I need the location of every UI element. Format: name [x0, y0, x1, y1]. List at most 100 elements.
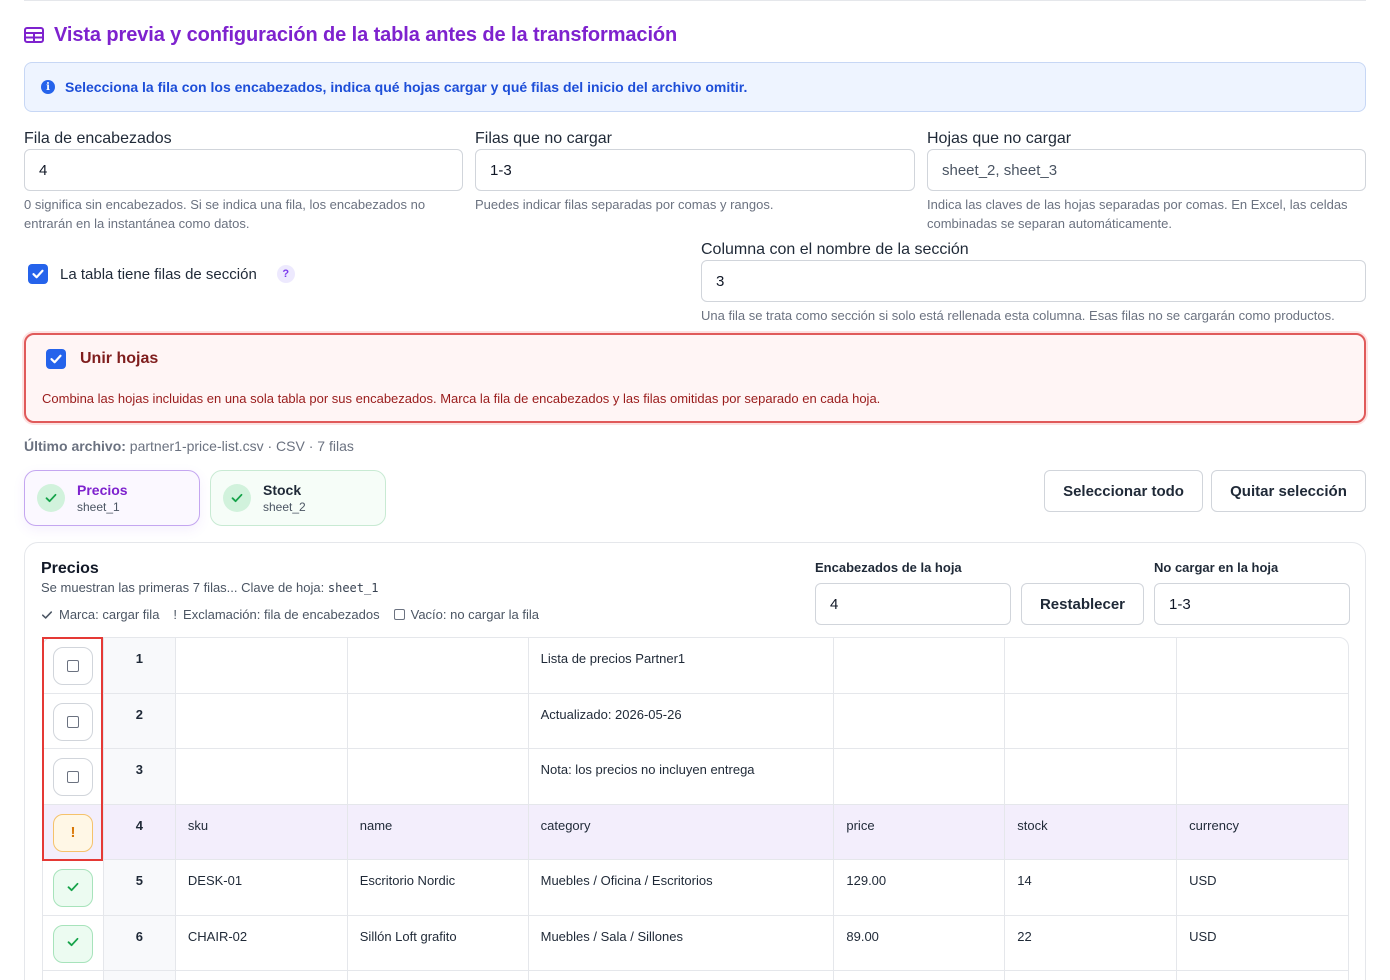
info-alert-text: Selecciona la fila con los encabezados, … [65, 79, 748, 95]
section-rows-checkbox[interactable] [28, 264, 48, 284]
section-rows-label: La tabla tiene filas de sección [60, 265, 257, 283]
table-cell [176, 971, 348, 980]
check-icon [50, 354, 62, 364]
table-cell [834, 693, 1006, 748]
skip-rows-label: Filas que no cargar [475, 130, 612, 147]
sheet-card-precios[interactable]: Precios sheet_1 [24, 470, 200, 526]
check-icon [41, 610, 53, 619]
merge-sheets-description: Combina las hojas incluidas en una sola … [42, 391, 881, 406]
select-all-button[interactable]: Seleccionar todo [1044, 470, 1203, 512]
row-select-cell [43, 749, 104, 804]
skip-rows-input[interactable]: 1-3 [475, 149, 915, 191]
legend-exclamation-text: Exclamación: fila de encabezados [183, 607, 380, 622]
sheet-card-stock[interactable]: Stock sheet_2 [210, 470, 386, 526]
row-number: 6 [103, 915, 176, 970]
table-cell: sku [176, 804, 348, 859]
table-cell [1177, 971, 1348, 980]
section-column-input[interactable]: 3 [701, 260, 1366, 302]
table-cell: stock [1005, 804, 1178, 859]
row-select-cell [43, 638, 104, 693]
row-skip-toggle[interactable] [52, 647, 93, 685]
table-cell [529, 971, 835, 980]
row-number: 1 [103, 638, 176, 693]
header-row-help: 0 significa sin encabezados. Si se indic… [24, 197, 426, 231]
table-cell: 89.00 [834, 915, 1006, 970]
skip-rows-help: Puedes indicar filas separadas por comas… [475, 197, 774, 212]
row-header-toggle[interactable]: ! [52, 813, 93, 852]
sheet-name: Precios [77, 481, 128, 498]
help-question-icon[interactable]: ? [276, 265, 295, 283]
empty-square-icon [66, 715, 79, 728]
sheet-headers-label: Encabezados de la hoja [815, 560, 962, 575]
table-row: 6 CHAIR-02 Sillón Loft grafito Muebles / Sa… [43, 915, 1348, 971]
exclamation-icon: ! [173, 607, 178, 622]
table-cell [176, 749, 348, 804]
empty-square-icon [66, 660, 79, 672]
empty-square-icon [66, 771, 79, 783]
table-cell: CHAIR-02 [176, 915, 348, 970]
row-load-toggle[interactable] [52, 869, 93, 907]
check-icon [66, 935, 80, 952]
page-header: Vista previa y configuración de la tabla… [24, 22, 677, 48]
check-circle-icon [37, 484, 65, 512]
row-number: 2 [103, 693, 176, 748]
header-row-field: Fila de encabezados 4 0 significa sin en… [24, 129, 463, 233]
sheet-skip-label: No cargar en la hoja [1154, 560, 1279, 575]
table-row: 7 [43, 971, 1348, 980]
skip-sheets-help: Indica las claves de las hojas separadas… [927, 197, 1348, 231]
sheet-key: sheet_2 [263, 499, 306, 514]
table-cell: category [529, 804, 835, 859]
table-cell: 14 [1005, 860, 1178, 915]
sheet-headers-input[interactable]: 4 [815, 583, 1011, 625]
table-cell [834, 749, 1006, 804]
table-cell [1177, 694, 1348, 749]
last-file-value: partner1-price-list.csv · CSV · 7 filas [129, 438, 354, 454]
table-cell: currency [1189, 817, 1239, 833]
row-number: 4 [103, 804, 176, 859]
legend-check: Marca: cargar fila [41, 607, 159, 622]
table-cell [834, 638, 1006, 693]
merge-sheets-box: Unir hojas Combina las hojas incluidas e… [24, 333, 1366, 423]
row-load-toggle[interactable] [52, 924, 93, 963]
section-column-help: Una fila se trata como sección si solo e… [701, 308, 1335, 323]
table-cell: price [834, 804, 1006, 859]
merge-sheets-header: Unir hojas [46, 349, 158, 369]
table-cell [348, 693, 529, 748]
reset-button[interactable]: Restablecer [1021, 583, 1144, 625]
row-skip-toggle[interactable] [52, 702, 93, 741]
table-cell [176, 693, 348, 748]
top-divider [24, 0, 1366, 1]
merge-sheets-checkbox[interactable] [46, 349, 66, 369]
table-icon [24, 27, 44, 43]
row-select-cell [43, 693, 104, 748]
header-row-label: Fila de encabezados [24, 130, 172, 147]
table-cell [176, 638, 348, 693]
row-select-cell [43, 860, 104, 915]
last-file-info: Último archivo: partner1-price-list.csv … [24, 438, 354, 454]
table-cell: Muebles / Sala / Sillones [529, 915, 835, 970]
page-title: Vista previa y configuración de la tabla… [54, 23, 678, 46]
legend-empty-text: Vacío: no cargar la fila [410, 607, 539, 622]
sheet-skip-input[interactable]: 1-3 [1154, 583, 1350, 625]
table-header-row: ! 4 sku name category price stock currency [43, 804, 1348, 860]
table-cell [834, 971, 1006, 980]
row-skip-toggle[interactable] [52, 758, 93, 796]
row-select-cell [43, 915, 104, 970]
table-cell: Muebles / Oficina / Escritorios [529, 860, 835, 915]
check-icon [32, 269, 44, 279]
section-rows-option: La tabla tiene filas de sección ? [28, 264, 295, 284]
panel-subtitle: Se muestran las primeras 7 filas... Clav… [41, 580, 378, 595]
empty-square-icon [393, 609, 405, 620]
info-alert: i Selecciona la fila con los encabezados… [24, 62, 1366, 112]
legend-exclamation: ! Exclamación: fila de encabezados [173, 607, 379, 622]
skip-sheets-field: Hojas que no cargar sheet_2, sheet_3 Ind… [927, 129, 1366, 233]
table-cell [1177, 749, 1348, 804]
clear-selection-button[interactable]: Quitar selección [1211, 470, 1366, 512]
row-number: 5 [103, 860, 176, 915]
sheet-name: Stock [263, 481, 302, 498]
panel-sheet-key: sheet_1 [327, 581, 379, 595]
skip-sheets-input[interactable]: sheet_2, sheet_3 [927, 149, 1366, 191]
header-row-input[interactable]: 4 [24, 149, 463, 191]
exclamation-icon: ! [70, 824, 76, 841]
table-row: 3 Nota: los precios no incluyen entrega [43, 749, 1348, 805]
